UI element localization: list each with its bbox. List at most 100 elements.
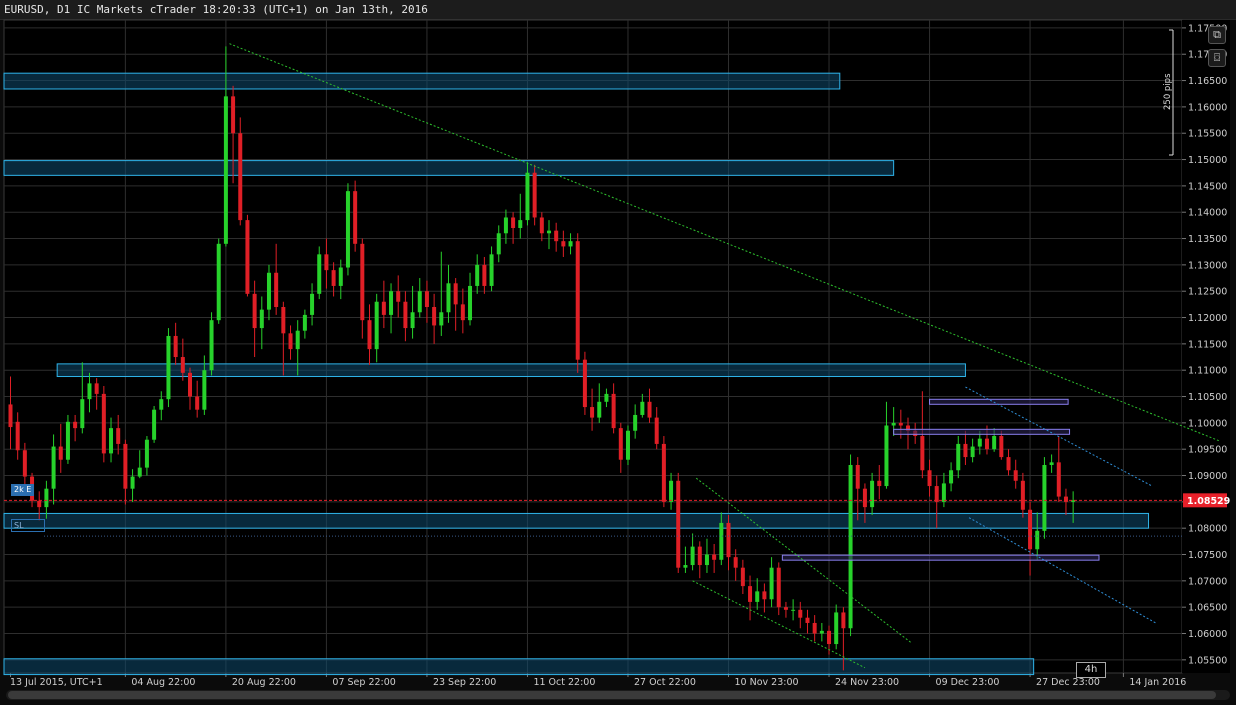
candle-body bbox=[37, 500, 42, 508]
candle-body bbox=[188, 372, 192, 397]
timeframe-badge[interactable]: 4h bbox=[1076, 662, 1106, 678]
candle-body bbox=[554, 230, 559, 242]
candle-body bbox=[640, 401, 645, 415]
candle-body bbox=[999, 436, 1004, 458]
candle-body bbox=[827, 630, 832, 645]
price-chart[interactable]: 1.175001.170001.165001.160001.155001.150… bbox=[0, 0, 1236, 705]
y-tick-label: 1.15000 bbox=[1188, 155, 1227, 166]
candle-body bbox=[970, 446, 975, 458]
stop-loss-tag[interactable]: SL bbox=[11, 519, 45, 532]
x-tick-label: 23 Sep 22:00 bbox=[433, 677, 496, 688]
candle-body bbox=[611, 393, 616, 429]
candle-body bbox=[963, 443, 968, 458]
x-tick-label: 09 Dec 23:00 bbox=[936, 677, 1000, 688]
candle-body bbox=[503, 217, 508, 234]
x-tick-label: 04 Aug 22:00 bbox=[131, 677, 195, 688]
sr-zone-rect[interactable] bbox=[3, 512, 1150, 529]
y-tick-label: 1.12000 bbox=[1188, 313, 1227, 324]
candle-body bbox=[231, 96, 236, 134]
camera-icon[interactable]: ⌼ bbox=[1208, 49, 1226, 67]
current-price-label: 1.08529 bbox=[1187, 496, 1230, 507]
candle-body bbox=[245, 220, 250, 294]
candle-body bbox=[812, 622, 817, 634]
pip-ruler-label: 250 pips bbox=[1163, 73, 1173, 110]
take-profit-tag[interactable]: 2k E bbox=[11, 484, 35, 496]
candle-body bbox=[740, 567, 745, 587]
candle-body bbox=[712, 554, 717, 560]
candle-body bbox=[819, 630, 824, 634]
candle-body bbox=[367, 320, 372, 350]
candle-body bbox=[539, 217, 544, 234]
candle-body bbox=[884, 425, 889, 487]
candle-body bbox=[460, 304, 465, 321]
candle-body bbox=[381, 301, 386, 315]
candle-body bbox=[439, 312, 444, 326]
x-tick-label: 13 Jul 2015, UTC+1 bbox=[10, 677, 103, 688]
y-tick-label: 1.14000 bbox=[1188, 208, 1227, 219]
sr-zone-rect[interactable] bbox=[3, 658, 1035, 676]
candle-body bbox=[1020, 480, 1025, 510]
range-box[interactable] bbox=[929, 398, 1069, 405]
candle-body bbox=[1049, 462, 1054, 465]
y-tick-label: 1.15500 bbox=[1188, 129, 1227, 140]
y-tick-label: 1.13000 bbox=[1188, 260, 1227, 271]
candle-body bbox=[94, 383, 99, 394]
candle-body bbox=[877, 480, 882, 487]
y-tick-label: 1.16500 bbox=[1188, 76, 1227, 87]
y-tick-label: 1.08000 bbox=[1188, 524, 1227, 535]
candle-body bbox=[798, 609, 803, 618]
x-tick-label: 14 Jan 2016 bbox=[1129, 677, 1186, 688]
candle-body bbox=[22, 450, 27, 477]
candle-body bbox=[920, 436, 925, 471]
candle-body bbox=[80, 399, 85, 429]
sr-zone-rect[interactable] bbox=[3, 160, 895, 176]
x-tick-label: 11 Oct 22:00 bbox=[533, 677, 595, 688]
candle-body bbox=[73, 421, 78, 429]
x-tick-label: 07 Sep 22:00 bbox=[332, 677, 395, 688]
candle-body bbox=[496, 233, 501, 255]
candle-body bbox=[862, 488, 867, 508]
candle-body bbox=[1035, 530, 1040, 550]
range-box[interactable] bbox=[781, 554, 1100, 561]
candle-body bbox=[511, 217, 516, 229]
candle-body bbox=[159, 399, 164, 410]
candle-body bbox=[755, 591, 760, 602]
candle-body bbox=[475, 264, 480, 286]
candle-body bbox=[654, 417, 659, 444]
candle-body bbox=[547, 230, 551, 234]
candle-body bbox=[956, 443, 961, 471]
y-tick-label: 1.12500 bbox=[1188, 287, 1227, 298]
candle-body bbox=[331, 270, 336, 286]
candle-body bbox=[317, 254, 322, 294]
horizontal-scrollbar[interactable] bbox=[6, 690, 1230, 700]
candle-body bbox=[1028, 509, 1033, 550]
candle-body bbox=[58, 446, 63, 460]
sr-zone-rect[interactable] bbox=[56, 363, 966, 378]
candle-body bbox=[65, 421, 70, 460]
candle-body bbox=[238, 133, 243, 221]
candle-body bbox=[855, 464, 860, 489]
candle-body bbox=[302, 314, 307, 331]
candle-body bbox=[719, 522, 724, 560]
candle-body bbox=[647, 401, 652, 418]
external-link-icon[interactable]: ⧉ bbox=[1208, 26, 1226, 44]
candle-body bbox=[152, 409, 157, 440]
candle-body bbox=[489, 254, 494, 286]
candle-body bbox=[130, 476, 135, 489]
plot-area bbox=[3, 19, 1183, 674]
range-box[interactable] bbox=[893, 428, 1071, 435]
candle-body bbox=[805, 617, 810, 623]
candle-body bbox=[625, 430, 630, 460]
candle-body bbox=[353, 191, 358, 244]
candle-body bbox=[518, 220, 523, 229]
candle-body bbox=[360, 243, 365, 321]
candle-body bbox=[137, 467, 142, 477]
sr-zone-rect[interactable] bbox=[3, 72, 841, 90]
y-tick-label: 1.10500 bbox=[1188, 392, 1227, 403]
candle-body bbox=[482, 264, 487, 286]
scrollbar-thumb[interactable] bbox=[8, 691, 1216, 699]
candle-body bbox=[949, 470, 954, 484]
candle-body bbox=[669, 480, 674, 502]
y-tick-label: 1.05500 bbox=[1188, 655, 1227, 666]
candle-body bbox=[532, 172, 537, 218]
